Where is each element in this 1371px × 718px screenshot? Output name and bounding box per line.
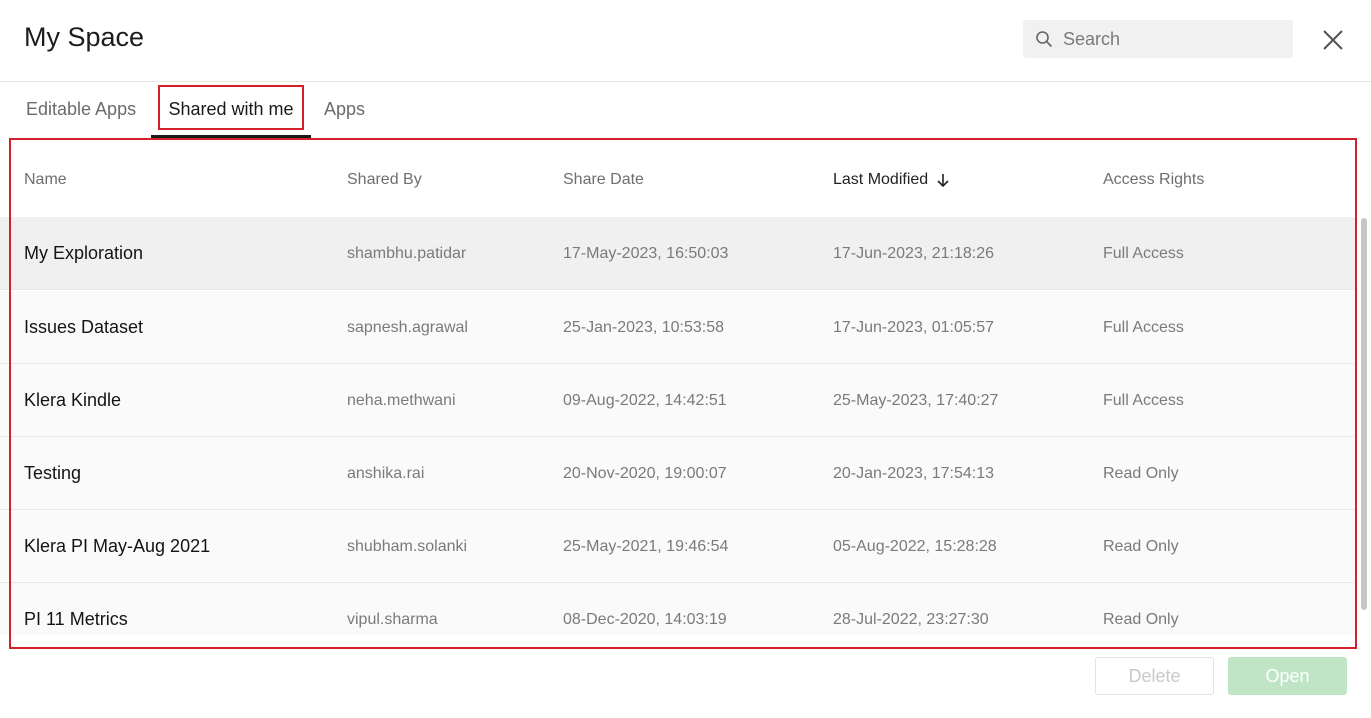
cell-share-date: 17-May-2023, 16:50:03: [563, 245, 729, 262]
tab-bar: Editable Apps Shared with me Apps: [0, 82, 1371, 138]
cell-access-rights: Full Access: [1103, 392, 1184, 409]
cell-name: PI 11 Metrics: [24, 609, 128, 629]
delete-button[interactable]: Delete: [1095, 657, 1214, 695]
tab-apps[interactable]: Apps: [324, 82, 365, 137]
cell-last-modified: 17-Jun-2023, 01:05:57: [833, 319, 995, 336]
vertical-scrollbar[interactable]: [1361, 218, 1367, 610]
table-row[interactable]: My Exploration shambhu.patidar 17-May-20…: [0, 217, 1357, 290]
table-row[interactable]: PI 11 Metrics vipul.sharma 08-Dec-2020, …: [0, 583, 1357, 635]
cell-name: Klera Kindle: [24, 390, 122, 410]
open-button[interactable]: Open: [1228, 657, 1347, 695]
cell-shared-by: neha.methwani: [347, 392, 456, 409]
sort-descending-icon: [937, 173, 949, 187]
table-row[interactable]: Issues Dataset sapnesh.agrawal 25-Jan-20…: [0, 291, 1357, 364]
cell-last-modified: 17-Jun-2023, 21:18:26: [833, 245, 995, 262]
column-header-access-rights[interactable]: Access Rights: [1103, 143, 1204, 217]
cell-name: Issues Dataset: [24, 317, 144, 337]
table-header: Name Shared By Share Date Last Modified …: [0, 143, 1357, 217]
column-header-name[interactable]: Name: [24, 143, 67, 217]
cell-name: Testing: [24, 463, 82, 483]
page-title: My Space: [24, 22, 145, 52]
cell-share-date: 09-Aug-2022, 14:42:51: [563, 392, 727, 409]
cell-name: Klera PI May-Aug 2021: [24, 536, 211, 556]
cell-share-date: 25-May-2021, 19:46:54: [563, 538, 729, 555]
dialog-header: My Space: [0, 0, 1371, 82]
cell-access-rights: Read Only: [1103, 538, 1179, 555]
cell-shared-by: shubham.solanki: [347, 538, 468, 555]
cell-name: My Exploration: [24, 243, 144, 263]
search-box[interactable]: [1023, 20, 1293, 58]
search-icon: [1036, 31, 1052, 47]
table-row[interactable]: Klera Kindle neha.methwani 09-Aug-2022, …: [0, 364, 1357, 437]
cell-access-rights: Read Only: [1103, 611, 1179, 628]
cell-last-modified: 25-May-2023, 17:40:27: [833, 392, 999, 409]
cell-access-rights: Full Access: [1103, 245, 1184, 262]
search-input[interactable]: [1063, 20, 1283, 58]
column-header-last-modified-label: Last Modified: [833, 171, 929, 188]
shared-apps-table: Name Shared By Share Date Last Modified …: [0, 143, 1357, 635]
tab-editable-apps[interactable]: Editable Apps: [26, 82, 136, 137]
cell-shared-by: sapnesh.agrawal: [347, 319, 468, 336]
cell-access-rights: Read Only: [1103, 465, 1179, 482]
tab-shared-with-me[interactable]: Shared with me: [151, 82, 311, 138]
cell-share-date: 20-Nov-2020, 19:00:07: [563, 465, 727, 482]
cell-shared-by: anshika.rai: [347, 465, 425, 482]
cell-last-modified: 05-Aug-2022, 15:28:28: [833, 538, 997, 555]
cell-shared-by: shambhu.patidar: [347, 245, 467, 262]
cell-access-rights: Full Access: [1103, 319, 1184, 336]
column-header-shared-by[interactable]: Shared By: [347, 143, 422, 217]
cell-last-modified: 28-Jul-2022, 23:27:30: [833, 611, 989, 628]
cell-shared-by: vipul.sharma: [347, 611, 438, 628]
cell-last-modified: 20-Jan-2023, 17:54:13: [833, 465, 995, 482]
cell-share-date: 08-Dec-2020, 14:03:19: [563, 611, 727, 628]
column-header-share-date[interactable]: Share Date: [563, 143, 644, 217]
table-row[interactable]: Klera PI May-Aug 2021 shubham.solanki 25…: [0, 510, 1357, 583]
close-icon[interactable]: [1318, 25, 1348, 55]
column-header-last-modified[interactable]: Last Modified: [833, 143, 950, 217]
cell-share-date: 25-Jan-2023, 10:53:58: [563, 319, 725, 336]
table-row[interactable]: Testing anshika.rai 20-Nov-2020, 19:00:0…: [0, 437, 1357, 510]
